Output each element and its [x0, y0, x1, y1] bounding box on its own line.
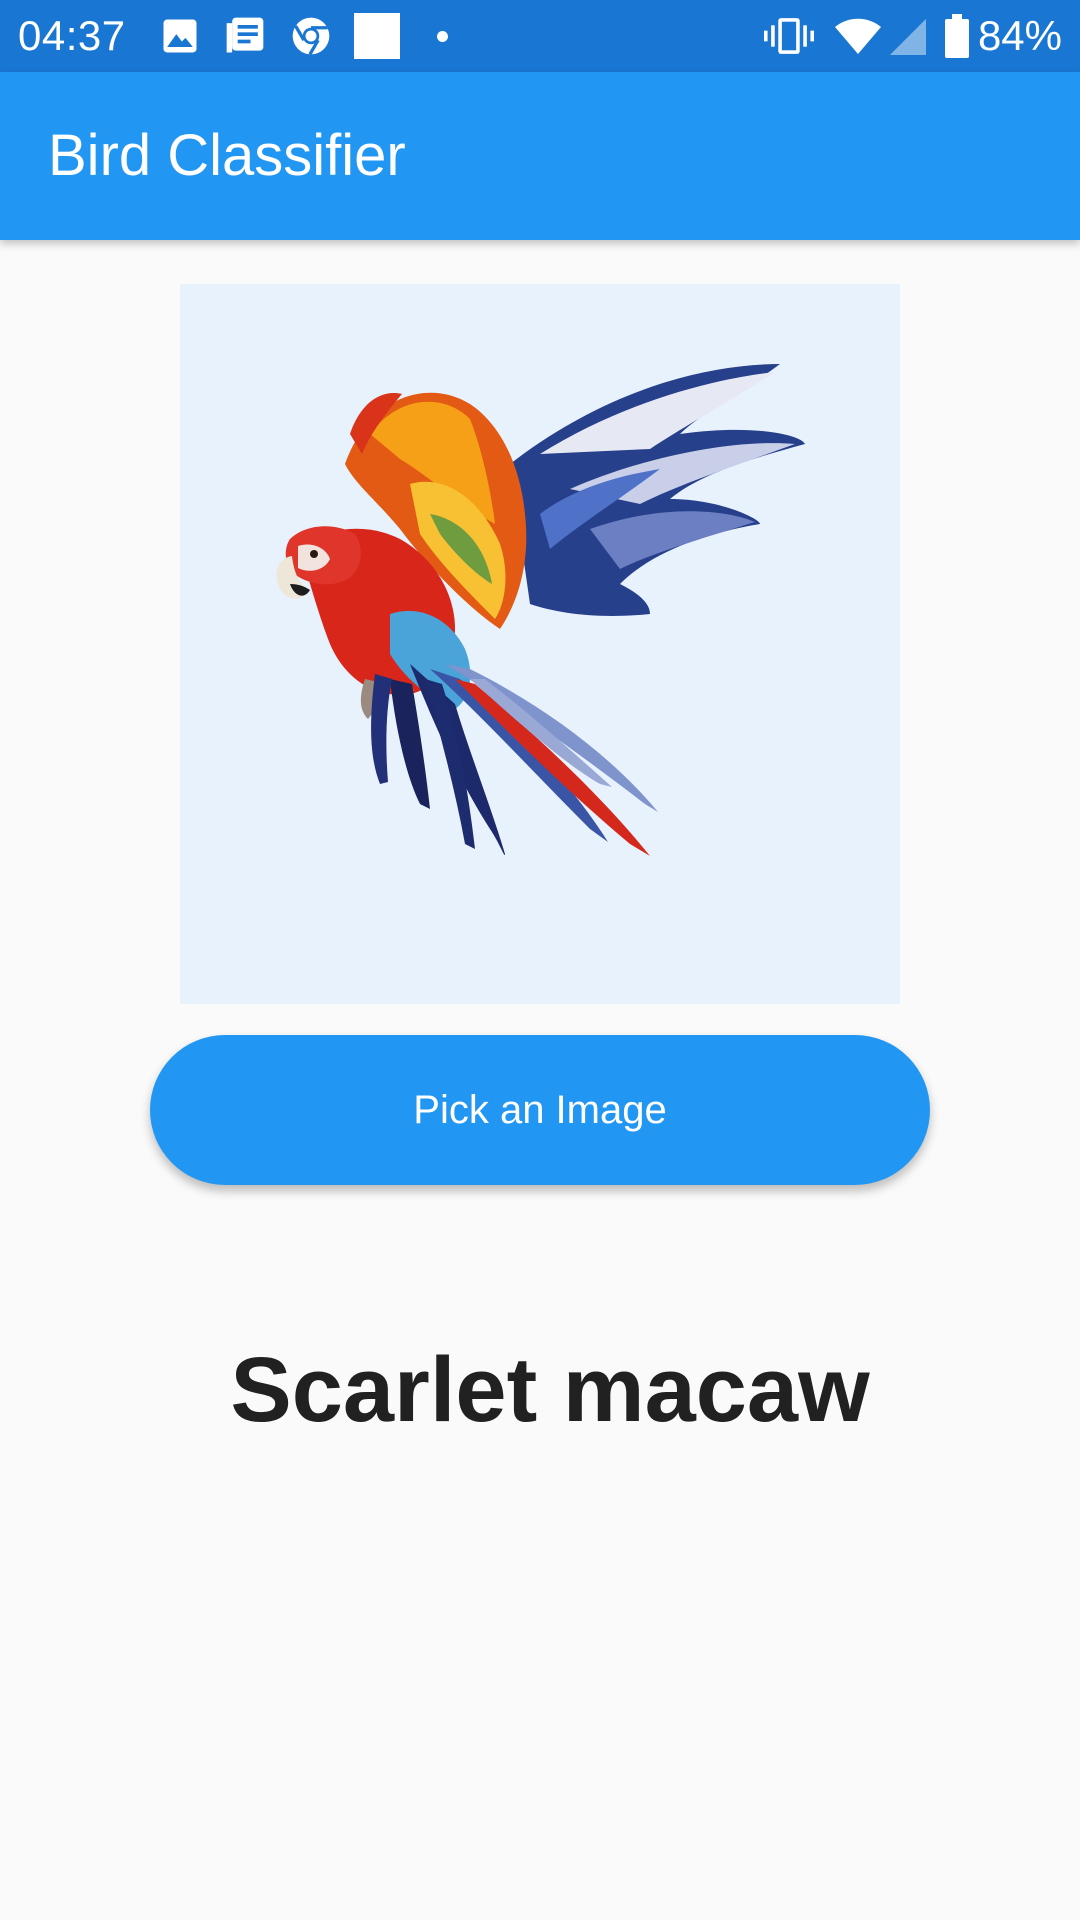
battery-icon: [945, 14, 969, 58]
app-title: Bird Classifier: [48, 123, 406, 188]
pick-image-button[interactable]: Pick an Image: [150, 1035, 930, 1185]
status-bar: 04:37 84%: [0, 0, 1080, 72]
dot-icon: [437, 31, 448, 42]
square-notification-icon: [354, 13, 400, 59]
battery-percent: 84%: [977, 12, 1062, 59]
app-bar: Bird Classifier: [0, 72, 1080, 240]
cell-signal-icon: [889, 18, 926, 55]
image-icon: [163, 19, 197, 53]
news-icon: [226, 17, 264, 53]
scarlet-macaw-illustration: [276, 364, 805, 856]
status-time: 04:37: [18, 12, 126, 59]
prediction-label: Scarlet macaw: [230, 1339, 870, 1441]
chrome-icon: [292, 17, 330, 56]
vibrate-icon: [764, 18, 814, 54]
selected-bird-image: [180, 284, 900, 1004]
wifi-icon: [835, 18, 881, 54]
